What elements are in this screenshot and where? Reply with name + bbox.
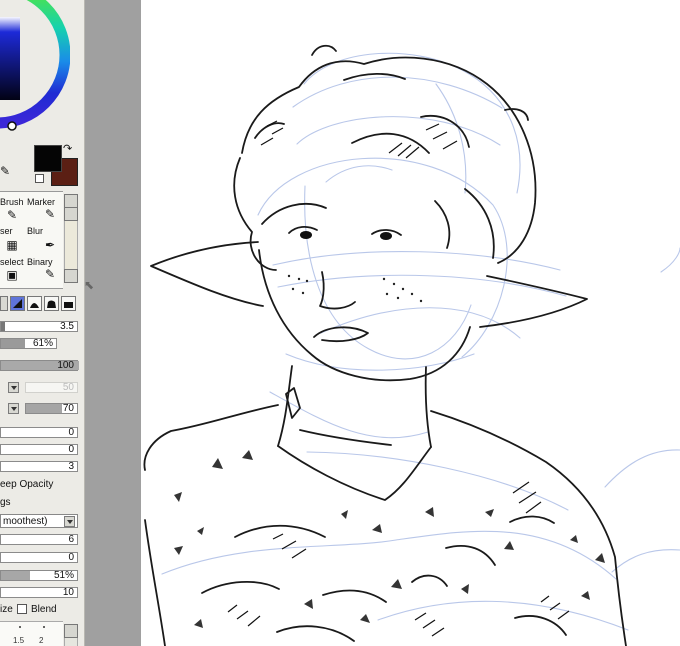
svg-text:1.5: 1.5	[13, 636, 25, 645]
smoothing-dropdown[interactable]: moothest)	[0, 514, 78, 528]
cursor-icon: ⬉	[84, 278, 95, 292]
dilution-slider[interactable]: 70	[25, 403, 78, 414]
brush-min-slider[interactable]: 10	[0, 587, 78, 598]
reset-color-icon[interactable]	[35, 174, 44, 183]
tool-marker[interactable]: Marker ✎	[26, 194, 62, 223]
brush-shape-square[interactable]	[61, 296, 76, 311]
blend-label: Blend	[31, 604, 57, 615]
min-size-value: 61%	[32, 338, 53, 349]
brush-shape-soft[interactable]	[44, 296, 59, 311]
persistence-slider[interactable]: 0	[0, 427, 78, 438]
tool-brush-label: Brush	[0, 197, 24, 207]
brush-min-value: 10	[62, 587, 74, 598]
texture-slider[interactable]: 0	[0, 444, 78, 455]
size-label: ize	[0, 604, 13, 615]
tool-binary[interactable]: Binary ✎	[26, 254, 62, 283]
eraser-icon: ▦	[6, 238, 18, 252]
stabilizer-slider[interactable]: 3	[0, 461, 78, 472]
freckles	[287, 274, 423, 303]
tool-grid-scrollbar[interactable]	[64, 221, 78, 269]
tool-blur-label: Blur	[27, 226, 44, 236]
brush-size-value: 3.5	[60, 321, 74, 332]
settings-label: gs	[0, 497, 11, 508]
tool-select-label: select	[0, 257, 24, 267]
blending-slider[interactable]: 50	[25, 382, 78, 393]
tool-brush[interactable]: Brush ✎	[0, 194, 25, 223]
binary-icon: ✎	[44, 267, 56, 281]
drawing-canvas[interactable]	[141, 0, 680, 646]
hardness-slider[interactable]: 51%	[0, 570, 78, 581]
lineart-layer	[143, 44, 627, 646]
smoothing-value: moothest)	[3, 516, 48, 527]
blend-mode-dropdown[interactable]	[8, 382, 19, 393]
marker-icon: ✎	[44, 207, 56, 221]
tool-marker-label: Marker	[27, 197, 56, 207]
tool-eraser[interactable]: ser ▦	[0, 224, 25, 253]
canvas-gutter: ⬉	[84, 0, 141, 646]
sketch-layer	[161, 52, 680, 631]
persistence-value: 0	[68, 427, 74, 438]
brush-shape-selected	[0, 296, 8, 311]
min-size-slider[interactable]: 61%	[0, 338, 57, 349]
tool-select[interactable]: select ▣	[0, 254, 25, 283]
brush-size-slider[interactable]: 3.5	[0, 321, 78, 332]
scroll-up-icon[interactable]	[64, 207, 78, 221]
hardness-value: 51%	[53, 570, 74, 581]
swap-icon[interactable]: ↷	[63, 144, 72, 155]
chevron-down-icon[interactable]	[64, 516, 75, 527]
texture-value: 0	[68, 444, 74, 455]
smoothing-level-slider[interactable]: 6	[0, 534, 78, 545]
keep-opacity-label[interactable]: eep Opacity	[0, 479, 53, 490]
brush-shape-flat[interactable]	[10, 296, 25, 311]
scroll-up-icon[interactable]	[64, 194, 78, 208]
dilution-value: 70	[62, 403, 74, 414]
density-slider[interactable]: 100	[0, 360, 79, 371]
color-wheel[interactable]	[0, 0, 71, 139]
scroll-up-icon[interactable]	[64, 624, 78, 638]
foreground-color-swatch[interactable]	[34, 145, 62, 172]
blur-icon: ✒	[44, 238, 56, 252]
tool-grid: Brush ✎ Marker ✎ ser ▦ Blur ✒ select ▣ B…	[0, 191, 63, 289]
smoothing-level-value: 6	[68, 534, 74, 545]
tool-eraser-label: ser	[0, 226, 13, 236]
density-value: 100	[57, 360, 74, 371]
brush-shape-round[interactable]	[27, 296, 42, 311]
brush-icon: ✎	[6, 208, 18, 222]
eyes	[300, 231, 392, 240]
tool-blur[interactable]: Blur ✒	[26, 224, 62, 253]
presets-scrollbar[interactable]	[64, 638, 78, 646]
svg-text:2: 2	[39, 636, 44, 645]
shirt-pattern	[174, 450, 605, 628]
eyedropper-icon[interactable]: ✎	[0, 165, 10, 177]
blend-checkbox[interactable]	[17, 604, 27, 614]
left-tool-panel: ↷ ✎ Brush ✎ Marker ✎ ser ▦ Blur ✒ select…	[0, 0, 85, 646]
blending-value: 50	[62, 382, 74, 393]
hatching	[227, 120, 570, 637]
tool-binary-label: Binary	[27, 257, 53, 267]
select-icon: ▣	[6, 268, 18, 282]
pressure-slider[interactable]: 0	[0, 552, 78, 563]
stabilizer-value: 3	[68, 461, 74, 472]
dilution-dropdown[interactable]	[8, 403, 19, 414]
brush-size-presets[interactable]: 1.5 2	[0, 621, 63, 646]
pressure-value: 0	[68, 552, 74, 563]
scroll-down-icon[interactable]	[64, 269, 78, 283]
